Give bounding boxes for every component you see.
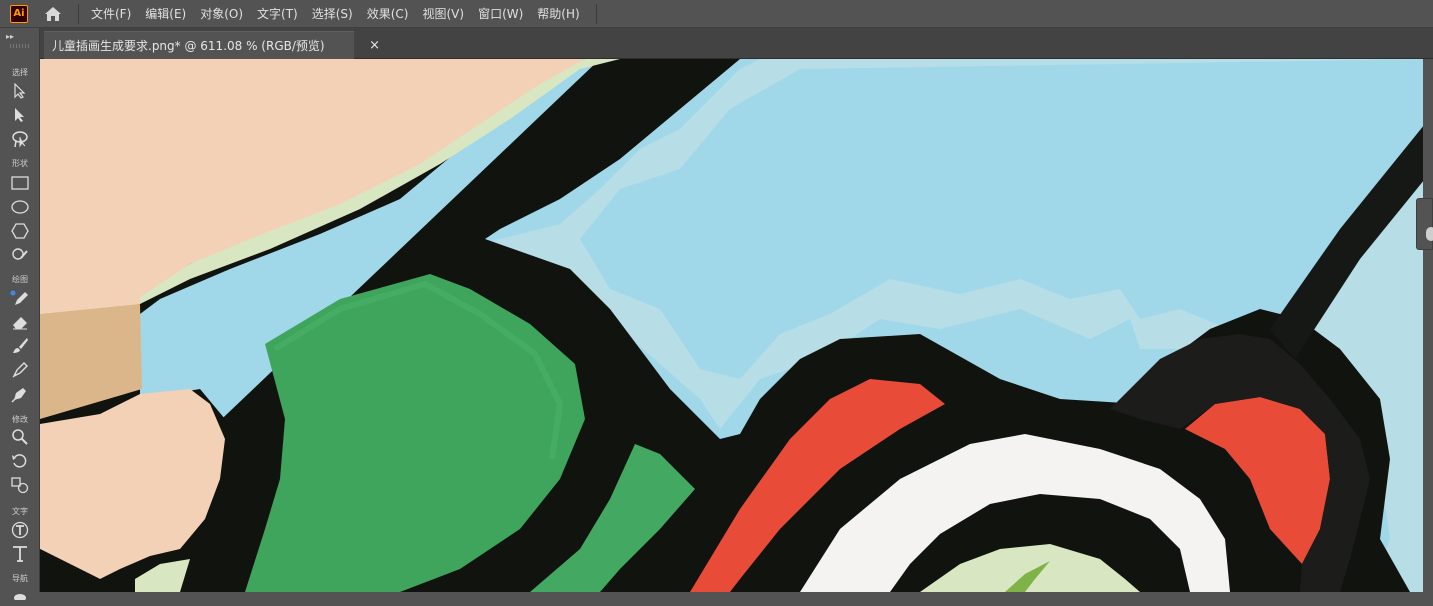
menu-separator (595, 3, 597, 24)
menu-object[interactable]: 对象(O) (200, 5, 243, 22)
type-tool[interactable] (10, 544, 30, 564)
tool-group-select-label: 选择 (12, 68, 28, 77)
toolbar-collapse-button[interactable]: ▸▸ (6, 32, 14, 41)
lasso-tool[interactable] (10, 129, 30, 149)
pencil-icon (10, 290, 28, 305)
illustration-artwork (40, 59, 1433, 592)
type-on-path-tool[interactable] (10, 520, 30, 540)
selection-tool[interactable] (10, 81, 30, 101)
shape-builder-icon (11, 477, 29, 494)
menu-help[interactable]: 帮助(H) (537, 5, 579, 22)
menu-bar: Ai 文件(F) 编辑(E) 对象(O) 文字(T) 选择(S) 效果(C) 视… (0, 0, 1433, 28)
rotate-icon (12, 454, 27, 468)
zoom-tool[interactable] (10, 427, 30, 447)
home-icon (45, 6, 61, 21)
hand-icon (14, 594, 26, 600)
tool-group-draw-label: 绘图 (12, 275, 28, 284)
menu-window[interactable]: 窗口(W) (478, 5, 523, 22)
blob-brush-tool[interactable] (10, 360, 30, 380)
tool-group-shape-label: 形状 (12, 159, 28, 168)
lasso-icon (12, 131, 28, 148)
menu-view[interactable]: 视图(V) (422, 5, 464, 22)
eraser-icon (13, 317, 27, 330)
menu-effect[interactable]: 效果(C) (367, 5, 409, 22)
polygon-icon (11, 223, 29, 239)
menu-select[interactable]: 选择(S) (312, 5, 353, 22)
pen-tool[interactable] (10, 384, 30, 404)
illustrator-logo-icon: Ai (10, 4, 28, 23)
rectangle-icon (11, 176, 29, 190)
toolbar-grip[interactable] (10, 44, 30, 48)
tools-panel: ▸▸ 选择 形状 绘图 修改 文字 导航 (0, 28, 40, 600)
magnifier-icon (12, 429, 28, 445)
pen-icon (11, 388, 26, 403)
pencil-tool[interactable] (10, 288, 30, 308)
close-tab-button[interactable]: × (369, 38, 380, 53)
menu-type[interactable]: 文字(T) (257, 5, 298, 22)
shape-builder-tool[interactable] (10, 475, 30, 495)
rectangle-tool[interactable] (10, 173, 30, 193)
ellipse-icon (11, 200, 29, 214)
eraser-tool[interactable] (10, 312, 30, 332)
document-tab[interactable]: 儿童插画生成要求.png* @ 611.08 % (RGB/预览) × (44, 31, 380, 59)
menu-edit[interactable]: 编辑(E) (145, 5, 186, 22)
paintbrush-tool[interactable] (10, 336, 30, 356)
menu-separator (78, 3, 79, 24)
document-tab-bar: 儿童插画生成要求.png* @ 611.08 % (RGB/预览) × (40, 28, 1433, 59)
type-circle-icon (11, 521, 29, 539)
rotate-tool[interactable] (10, 451, 30, 471)
handle-knob-icon (1426, 227, 1433, 241)
shaper-icon (12, 248, 28, 260)
blob-brush-icon (12, 362, 28, 378)
panel-collapse-handle[interactable] (1416, 198, 1433, 250)
direct-selection-tool[interactable] (10, 105, 30, 125)
home-button[interactable] (42, 3, 64, 25)
tool-group-navigate-label: 导航 (12, 574, 28, 583)
selection-arrow-icon (14, 83, 26, 99)
menu-file[interactable]: 文件(F) (91, 5, 131, 22)
tool-group-type-label: 文字 (12, 507, 28, 516)
document-tab-title: 儿童插画生成要求.png* @ 611.08 % (RGB/预览) (52, 39, 325, 53)
tool-group-modify-label: 修改 (12, 415, 28, 424)
artboard-canvas[interactable] (40, 59, 1433, 592)
paintbrush-icon (13, 338, 28, 353)
canvas-right-edge (1423, 59, 1433, 592)
hand-tool[interactable] (10, 586, 30, 606)
polygon-tool[interactable] (10, 221, 30, 241)
ellipse-tool[interactable] (10, 197, 30, 217)
direct-selection-arrow-icon (15, 108, 24, 122)
shaper-tool[interactable] (10, 245, 30, 265)
type-t-icon (13, 546, 27, 562)
